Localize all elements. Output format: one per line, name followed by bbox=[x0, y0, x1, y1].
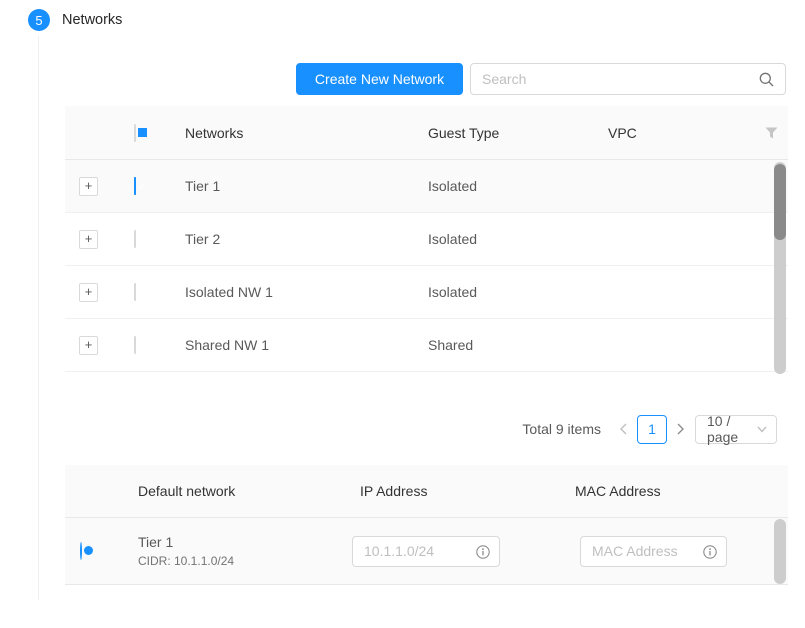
step-number-badge: 5 bbox=[28, 9, 50, 31]
column-header-vpc[interactable]: VPC bbox=[596, 125, 726, 141]
default-network-row[interactable]: Tier 1 CIDR: 10.1.1.0/24 bbox=[65, 518, 788, 585]
create-new-network-button[interactable]: Create New Network bbox=[296, 63, 463, 95]
search-input[interactable] bbox=[471, 71, 759, 87]
expand-row-button[interactable]: + bbox=[79, 230, 98, 249]
column-header-guest-type[interactable]: Guest Type bbox=[412, 125, 596, 141]
default-network-name: Tier 1 bbox=[138, 534, 347, 550]
step-title: Networks bbox=[62, 12, 122, 28]
row-checkbox[interactable] bbox=[134, 336, 136, 354]
page-size-select[interactable]: 10 / page bbox=[695, 415, 777, 444]
filter-icon[interactable] bbox=[726, 127, 788, 139]
networks-table-header: Networks Guest Type VPC bbox=[65, 106, 788, 160]
pagination: Total 9 items 1 10 / page bbox=[522, 414, 777, 444]
expand-row-button[interactable]: + bbox=[79, 336, 98, 355]
guest-type: Isolated bbox=[412, 178, 596, 194]
network-name: Shared NW 1 bbox=[169, 337, 412, 353]
info-icon[interactable] bbox=[476, 545, 490, 559]
search-box[interactable] bbox=[470, 63, 786, 95]
guest-type: Shared bbox=[412, 337, 596, 353]
row-checkbox[interactable] bbox=[134, 230, 136, 248]
column-header-default-network: Default network bbox=[125, 483, 347, 499]
chevron-down-icon bbox=[757, 426, 767, 433]
previous-page-button[interactable] bbox=[617, 423, 629, 435]
ip-address-field-wrapper bbox=[352, 536, 500, 567]
table-row[interactable]: + Tier 1 Isolated bbox=[65, 160, 788, 213]
table-row[interactable]: + Isolated NW 1 Isolated bbox=[65, 266, 788, 319]
page-size-value: 10 / page bbox=[707, 413, 757, 445]
table-scrollbar[interactable] bbox=[774, 519, 786, 584]
default-network-table: Default network IP Address MAC Address T… bbox=[65, 465, 788, 585]
row-checkbox[interactable] bbox=[134, 177, 136, 195]
next-page-button[interactable] bbox=[675, 423, 687, 435]
column-header-mac-address: MAC Address bbox=[562, 483, 788, 499]
pagination-total: Total 9 items bbox=[522, 421, 601, 437]
row-checkbox[interactable] bbox=[134, 283, 136, 301]
guest-type: Isolated bbox=[412, 231, 596, 247]
mac-address-field-wrapper bbox=[580, 536, 727, 567]
expand-row-button[interactable]: + bbox=[79, 283, 98, 302]
expand-row-button[interactable]: + bbox=[79, 177, 98, 196]
guest-type: Isolated bbox=[412, 284, 596, 300]
scrollbar-thumb[interactable] bbox=[774, 164, 786, 240]
select-all-checkbox[interactable] bbox=[134, 124, 136, 142]
table-row[interactable]: + Tier 2 Isolated bbox=[65, 213, 788, 266]
info-icon[interactable] bbox=[703, 545, 717, 559]
column-header-ip-address: IP Address bbox=[347, 483, 562, 499]
default-network-cidr: CIDR: 10.1.1.0/24 bbox=[138, 554, 347, 568]
network-name: Tier 1 bbox=[169, 178, 412, 194]
networks-table: Networks Guest Type VPC + Tier 1 Isolate… bbox=[65, 106, 788, 372]
table-row[interactable]: + Shared NW 1 Shared bbox=[65, 319, 788, 372]
column-header-networks[interactable]: Networks bbox=[169, 125, 412, 141]
network-name: Tier 2 bbox=[169, 231, 412, 247]
default-network-table-header: Default network IP Address MAC Address bbox=[65, 465, 788, 518]
step-tail-line bbox=[38, 36, 39, 600]
table-scrollbar[interactable] bbox=[774, 162, 786, 374]
search-icon[interactable] bbox=[759, 72, 785, 87]
page-1-button[interactable]: 1 bbox=[637, 415, 667, 444]
network-name: Isolated NW 1 bbox=[169, 284, 412, 300]
default-network-radio[interactable] bbox=[80, 542, 82, 560]
